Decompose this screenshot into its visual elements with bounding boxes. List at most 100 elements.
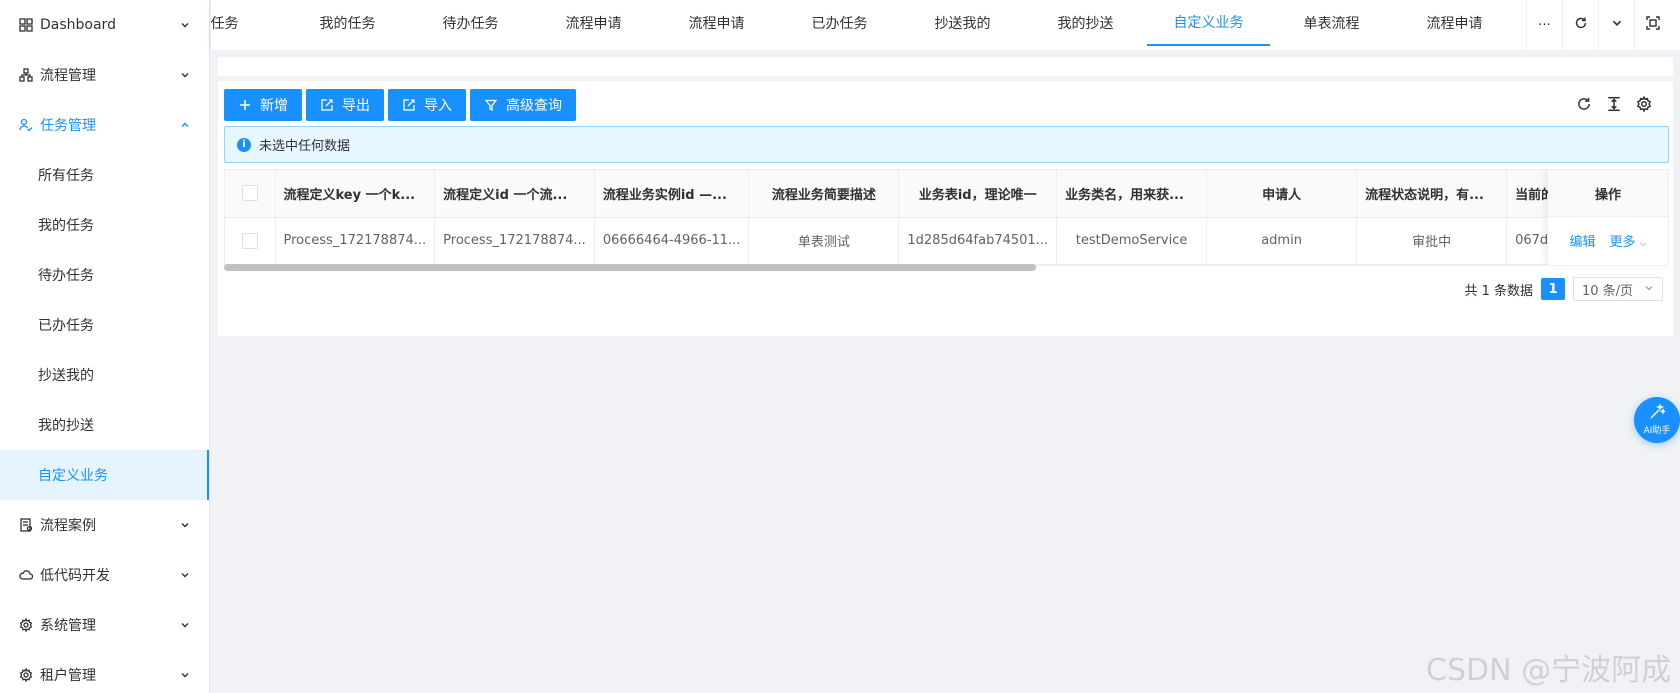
tab-item[interactable]: 我的抄送 xyxy=(1024,0,1147,46)
sidebar-item-flow-cases[interactable]: 流程案例 xyxy=(0,500,209,550)
toolbar: 新增 导出 导入 高级查询 xyxy=(224,89,576,121)
watermark: CSDN @宁波阿成 xyxy=(1426,653,1672,688)
alert-text: 未选中任何数据 xyxy=(259,139,351,154)
table-row[interactable]: Process_172178874... Process_172178874..… xyxy=(225,217,1608,265)
column-height-icon[interactable] xyxy=(1605,95,1623,113)
gear-icon xyxy=(18,617,34,633)
sidebar-subitem-todo-tasks[interactable]: 待办任务 xyxy=(0,250,209,300)
advanced-query-button[interactable]: 高级查询 xyxy=(470,89,576,121)
tab-tools: ··· xyxy=(1526,0,1670,50)
pagination: 共 1 条数据 1 10 条/页 xyxy=(1464,277,1663,301)
sidebar-subitem-all-tasks[interactable]: 所有任务 xyxy=(0,150,209,200)
refresh-icon xyxy=(1574,16,1588,34)
fullscreen-icon xyxy=(1645,16,1660,34)
table-cell: Process_172178874... xyxy=(434,217,595,265)
tab-item[interactable]: 抄送我的 xyxy=(901,0,1024,46)
sidebar-item-label: 租户管理 xyxy=(40,668,96,684)
chevron-down-icon xyxy=(179,669,191,681)
tab-item[interactable]: 待办任务 xyxy=(409,0,532,46)
ai-assistant-label: AI助手 xyxy=(1643,426,1671,436)
add-button[interactable]: 新增 xyxy=(224,89,302,121)
grid-icon xyxy=(18,17,34,33)
sidebar-item-tenant-management[interactable]: 租户管理 xyxy=(0,650,209,693)
settings-icon[interactable] xyxy=(1635,95,1653,113)
table-cell: Process_172178874... xyxy=(275,217,436,265)
column-header[interactable]: 流程定义id 一个流... xyxy=(434,170,595,218)
tab-dropdown-button[interactable] xyxy=(1598,0,1634,50)
tab-item[interactable]: 已办任务 xyxy=(778,0,901,46)
sidebar-item-lowcode[interactable]: 低代码开发 xyxy=(0,550,209,600)
filter-icon xyxy=(484,98,498,112)
sidebar-subitem-custom-business[interactable]: 自定义业务 xyxy=(0,450,209,500)
more-tabs-label: ··· xyxy=(1538,17,1551,33)
main-content: 新增 导出 导入 高级查询 i 未选中任何数据 流程定义key 一个k... 流… xyxy=(210,50,1680,693)
chevron-down-icon: ⌵ xyxy=(1639,239,1647,249)
chevron-down-icon xyxy=(179,19,191,31)
tab-item[interactable]: 任务 xyxy=(211,0,286,46)
column-header[interactable]: 流程业务简要描述 xyxy=(748,170,900,218)
fullscreen-button[interactable] xyxy=(1634,0,1670,50)
operation-header: 操作 xyxy=(1548,170,1668,217)
tab-item[interactable]: 单表流程 xyxy=(1270,0,1393,46)
sidebar-item-task-management[interactable]: 任务管理 xyxy=(0,100,209,150)
page-number-current[interactable]: 1 xyxy=(1541,278,1565,300)
chevron-down-icon xyxy=(1644,282,1654,297)
page-size-select[interactable]: 10 条/页 xyxy=(1573,277,1663,301)
tab-item[interactable]: 流程申请 xyxy=(1393,0,1516,46)
export-button[interactable]: 导出 xyxy=(306,89,384,121)
column-header[interactable]: 流程定义key 一个k... xyxy=(275,170,436,218)
sidebar-item-label: 流程案例 xyxy=(40,518,96,534)
chevron-down-icon xyxy=(179,619,191,631)
table-card: 新增 导出 导入 高级查询 i 未选中任何数据 流程定义key 一个k... 流… xyxy=(218,81,1673,336)
chevron-down-icon xyxy=(179,69,191,81)
sidebar-subitem-done-tasks[interactable]: 已办任务 xyxy=(0,300,209,350)
table-cell: 06666464-4966-11... xyxy=(594,217,750,265)
import-button-label: 导入 xyxy=(424,98,452,114)
sidebar-item-label: 任务管理 xyxy=(40,118,96,134)
column-header[interactable]: 流程业务实例id —... xyxy=(594,170,750,218)
chevron-down-icon xyxy=(179,519,191,531)
tab-item-active[interactable]: 自定义业务 xyxy=(1147,0,1270,46)
tab-item[interactable]: 流程申请 xyxy=(655,0,778,46)
data-table: 流程定义key 一个k... 流程定义id 一个流... 流程业务实例id —.… xyxy=(224,169,1669,266)
more-tabs-button[interactable]: ··· xyxy=(1526,0,1562,50)
import-button[interactable]: 导入 xyxy=(388,89,466,121)
sidebar-subitem-my-cc[interactable]: 我的抄送 xyxy=(0,400,209,450)
refresh-tab-button[interactable] xyxy=(1562,0,1598,50)
more-link[interactable]: 更多 ⌵ xyxy=(1610,231,1647,250)
column-header[interactable]: 流程状态说明，有... xyxy=(1356,170,1508,218)
select-all-checkbox[interactable] xyxy=(241,185,258,202)
row-checkbox[interactable] xyxy=(241,232,258,249)
ai-assistant-button[interactable]: AI助手 xyxy=(1634,397,1680,443)
select-all-cell xyxy=(225,170,276,218)
sidebar-item-label: 系统管理 xyxy=(40,618,96,634)
sidebar-subitem-cc-to-me[interactable]: 抄送我的 xyxy=(0,350,209,400)
magic-wand-icon xyxy=(1649,403,1667,423)
flow-icon xyxy=(18,67,34,83)
table-cell: 单表测试 xyxy=(748,217,900,265)
tab-item[interactable]: 我的任务 xyxy=(286,0,409,46)
export-button-label: 导出 xyxy=(342,98,370,114)
add-button-label: 新增 xyxy=(260,98,288,114)
operation-column: 操作 编辑 更多 ⌵ xyxy=(1548,170,1668,265)
chevron-down-icon xyxy=(1611,17,1623,33)
tabs-scroll: 任务 我的任务 待办任务 流程申请 流程申请 已办任务 抄送我的 我的抄送 自定… xyxy=(210,0,1526,50)
edit-link[interactable]: 编辑 xyxy=(1570,231,1596,250)
refresh-icon[interactable] xyxy=(1575,95,1593,113)
table: 流程定义key 一个k... 流程定义id 一个流... 流程业务实例id —.… xyxy=(225,170,1608,265)
tab-item[interactable]: 流程申请 xyxy=(532,0,655,46)
sidebar-subitem-my-tasks[interactable]: 我的任务 xyxy=(0,200,209,250)
column-header[interactable]: 申请人 xyxy=(1206,170,1358,218)
more-link-label: 更多 xyxy=(1609,235,1636,250)
selection-alert: i 未选中任何数据 xyxy=(224,126,1669,163)
export-icon xyxy=(320,98,334,112)
info-icon: i xyxy=(237,137,251,152)
sidebar-item-dashboard[interactable]: Dashboard xyxy=(0,0,209,50)
sidebar-item-flow-management[interactable]: 流程管理 xyxy=(0,50,209,100)
column-header[interactable]: 业务类名，用来获... xyxy=(1056,170,1208,218)
horizontal-scrollbar[interactable] xyxy=(224,264,1036,271)
column-header[interactable]: 业务表id，理论唯一 xyxy=(898,170,1058,218)
table-cell: admin xyxy=(1206,217,1358,265)
table-cell: 审批中 xyxy=(1356,217,1508,265)
sidebar-item-system-management[interactable]: 系统管理 xyxy=(0,600,209,650)
